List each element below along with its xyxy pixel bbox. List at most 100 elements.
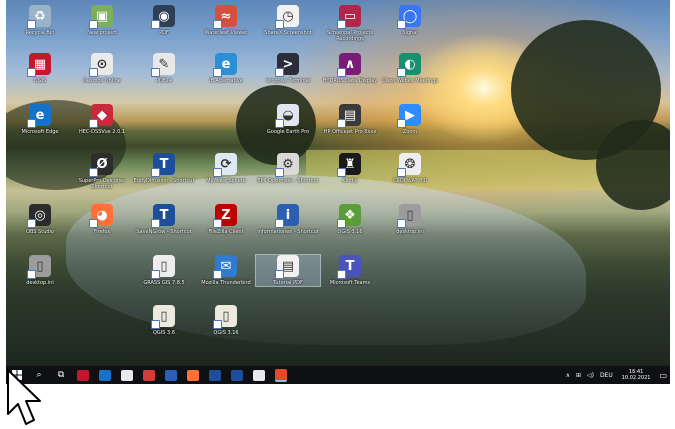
pdf-reader-icon (77, 369, 89, 381)
taskbar-app-chrome[interactable] (116, 366, 138, 384)
desktop-icon[interactable]: e IE Alternative (194, 53, 258, 84)
mouse-pointer-icon (7, 369, 41, 425)
desktop-icon[interactable]: ◉ PDF (132, 5, 196, 36)
desktop-icon-label: IE Alternative (209, 78, 243, 84)
desktop-icon[interactable]: ▯ desktop.ini (378, 204, 442, 235)
desktop-icon[interactable]: ▯ GRASS GIS 7.8.5 (132, 255, 196, 286)
taskbar-app-mail[interactable] (94, 366, 116, 384)
pinned-apps (72, 366, 292, 384)
taskbar-app-chrome-alt[interactable] (248, 366, 270, 384)
taskbar-app-word[interactable] (160, 366, 182, 384)
desktop-icon[interactable]: ⟳ MyWaterSphere (194, 153, 258, 184)
desktop-icon[interactable]: ◒ Google Earth Pro (256, 104, 320, 135)
desktop-icon[interactable]: ▣ New project (70, 5, 134, 36)
clock-date: 10.02.2021 (621, 375, 651, 381)
desktop-icon-label: OBS Studio (26, 229, 54, 235)
desktop-icon[interactable]: ▤ Tutorial PDF (255, 254, 321, 287)
desktop-icon[interactable]: ◯ Signal (378, 5, 442, 36)
desktop-icon[interactable]: T EddyDiffusion - Shortcut (132, 153, 196, 184)
app-icon: ✉ (213, 255, 237, 279)
desktop-icon[interactable]: ♻ Recycle Bin (8, 5, 72, 36)
volume-icon[interactable]: ◁) (584, 372, 597, 379)
desktop-icon[interactable]: T SaveNGrow - Shortcut (132, 204, 196, 235)
app-icon: ◕ (89, 204, 113, 228)
app-icon: ✎ (151, 53, 175, 77)
desktop-wallpaper: ♻ Recycle Bin ▣ New project ◉ PDF ≈ Waterleaf V… (6, 0, 670, 366)
desktop-icon[interactable]: ◕ Firefox (70, 204, 134, 235)
desktop-icon[interactable]: ✉ Mozilla Thunderbird (194, 255, 258, 286)
desktop-icon-label: MyWaterSphere (206, 178, 246, 184)
desktop-icon[interactable]: ▭ Screenpal Projects Recordings (318, 5, 382, 42)
savengrow-icon (231, 369, 243, 381)
system-tray: ∧ ⊞ ◁) DEU 16:41 10.02.2021 ▭ (563, 366, 670, 384)
desktop-icon-label: desktop.ini (396, 229, 424, 235)
app-icon: ⚙ (275, 153, 299, 177)
app-icon: Ø (89, 153, 113, 177)
desktop-icon[interactable]: ▯ QGIS 3.6 (132, 305, 196, 336)
taskbar-app-savengrow[interactable] (226, 366, 248, 384)
desktop-icon[interactable]: ◆ HEC-DSSVue 2.0.1 (70, 104, 134, 135)
desktop-icon-label: SuperPro Designer Shortcut (78, 178, 126, 190)
desktop-icon-label: Microsoft Teams (329, 280, 371, 286)
desktop-icon[interactable]: ⊙ Desmos Online (70, 53, 134, 84)
app-icon: ◐ (397, 53, 421, 77)
desktop-icon[interactable]: Ø SuperPro Designer Shortcut (70, 153, 134, 190)
desktop-icon[interactable]: ⚙ BMI Optimiser - Shortcut (256, 153, 320, 184)
app-icon: T (151, 204, 175, 228)
taskbar-app-pdf-reader[interactable] (72, 366, 94, 384)
app-icon: ♜ (337, 153, 361, 177)
app-icon: e (27, 104, 51, 128)
desktop-icon-label: desktop.ini (26, 280, 54, 286)
desktop-icon[interactable]: ◎ OBS Studio (8, 204, 72, 235)
word-icon (165, 369, 177, 381)
desktop-icon-label: Signal (402, 30, 418, 36)
desktop-icon[interactable]: ✎ PDF24 (132, 53, 196, 84)
app-icon: ▤ (337, 104, 361, 128)
desktop-icon[interactable]: ∧ HYDRUS Data Display (318, 53, 382, 84)
network-icon[interactable]: ⊞ (573, 372, 584, 379)
notification-center-icon[interactable]: ▭ (656, 371, 670, 380)
app-icon: ▭ (337, 5, 361, 29)
desktop-icon-label: Screenpal Projects Recordings (326, 30, 374, 42)
desktop-icon-label: Firefox (93, 229, 111, 235)
desktop-icon[interactable]: e Microsoft Edge (8, 104, 72, 135)
desktop-icon-label: QGIS (33, 78, 47, 84)
desktop-icon[interactable]: ◐ Cisco Webex Meetings (378, 53, 442, 84)
app-icon: ▤ (275, 255, 299, 279)
desktop-icon[interactable]: i Informationen - Shortcut (256, 204, 320, 235)
app-icon: ▯ (27, 255, 51, 279)
desktop-icon-label: FileZilla Client (208, 229, 244, 235)
desktop-icon-label: QGIS 3.16 (337, 229, 363, 235)
desktop-icon-label: EddyDiffusion - Shortcut (133, 178, 195, 184)
desktop-icon[interactable]: ▤ HP Officejet Pro 8xxx (318, 104, 382, 135)
desktop-icon[interactable]: ▶ Zoom (378, 104, 442, 135)
desktop-icon-label: HP Officejet Pro 8xxx (323, 129, 377, 135)
taskbar-app-app-red[interactable] (270, 366, 292, 384)
taskbar-app-zoom-tool[interactable] (138, 366, 160, 384)
desktop-icon[interactable]: ≈ Waterleaf Viewer (194, 5, 258, 36)
task-view-icon: ⧉ (57, 370, 65, 380)
app-icon: ⊙ (89, 53, 113, 77)
desktop-icon[interactable]: ▦ QGIS (8, 53, 72, 84)
desktop-icon-label: PDF24 (155, 78, 173, 84)
show-hidden-icons-button[interactable]: ∧ (563, 372, 573, 379)
taskbar-app-edd[interactable] (204, 366, 226, 384)
app-icon: ◯ (397, 5, 421, 29)
task-view-button[interactable]: ⧉ (50, 366, 72, 384)
language-indicator[interactable]: DEU (597, 372, 616, 379)
desktop-icon[interactable]: Z FileZilla Client (194, 204, 258, 235)
desktop-icon[interactable]: ❖ QGIS 3.16 (318, 204, 382, 235)
clock[interactable]: 16:41 10.02.2021 (616, 369, 657, 381)
desktop-icon[interactable]: ▯ QGIS 3.16 (194, 305, 258, 336)
firefox-icon (187, 369, 199, 381)
app-icon: ▯ (151, 305, 175, 329)
desktop-icon[interactable]: ▯ desktop.ini (8, 255, 72, 286)
desktop-icon[interactable]: > windows Terminal (256, 53, 320, 84)
desktop-icon[interactable]: ❂ CROPWAT 8.0 (378, 153, 442, 184)
desktop-icon[interactable]: T Microsoft Teams (318, 255, 382, 286)
desktop-icon[interactable]: ◷ ShareX Screenshot (256, 5, 320, 36)
app-icon: ◉ (151, 5, 175, 29)
desktop-icon[interactable]: ♜ Kindle (318, 153, 382, 184)
app-icon: T (151, 153, 175, 177)
taskbar-app-firefox[interactable] (182, 366, 204, 384)
